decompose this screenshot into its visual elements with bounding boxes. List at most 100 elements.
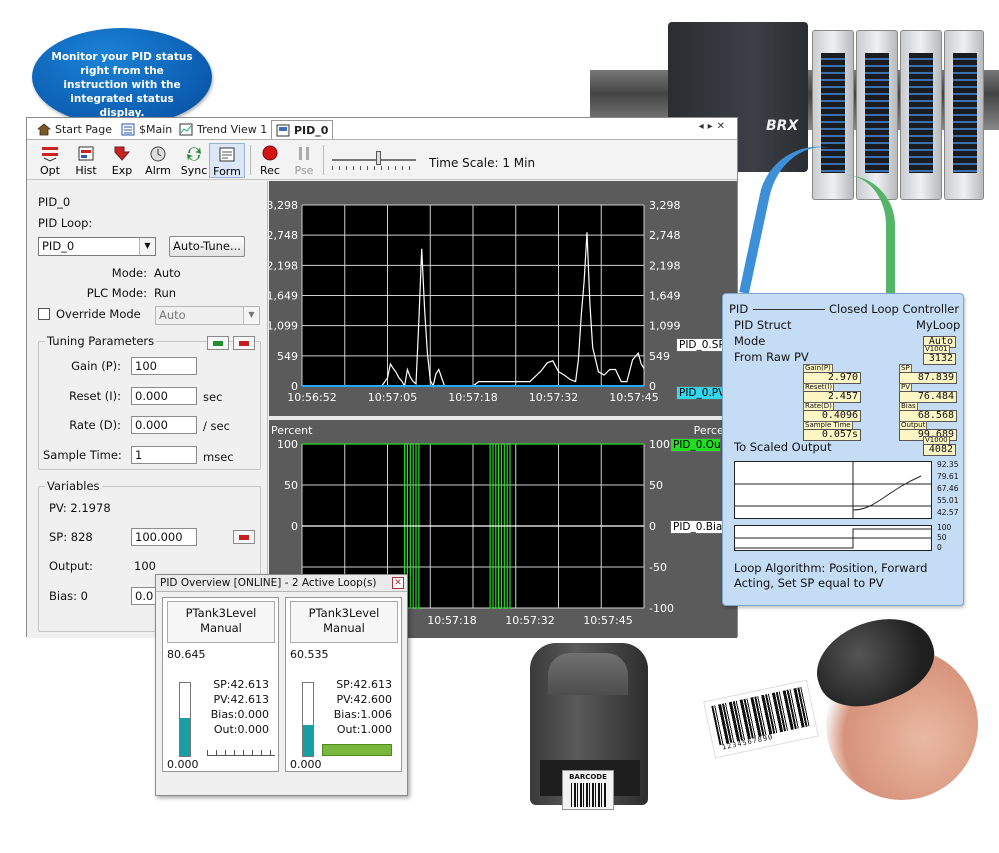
y-tick-label: 0: [291, 520, 298, 533]
export-icon: [114, 146, 131, 161]
tab-start-page[interactable]: Start Page: [33, 120, 116, 139]
y-tick-label-right: 0: [649, 520, 656, 533]
printer-lid: [548, 653, 628, 695]
pid-loop-select[interactable]: PID_0 ▼: [38, 237, 156, 256]
loop-name: PTank3Level: [185, 606, 257, 620]
override-mode-select[interactable]: Auto ▼: [155, 306, 260, 325]
tab-trend-view[interactable]: Trend View 1: [175, 120, 271, 139]
title-rule: [753, 309, 825, 310]
tab-pid-0[interactable]: PID_0: [271, 120, 334, 139]
loop-panel[interactable]: PTank3Level Manual 60.535 SP:42.613 PV:4…: [285, 597, 402, 772]
tab-label: Start Page: [55, 123, 112, 136]
loop-panel[interactable]: PTank3Level Manual 80.645 SP:42.613 PV:4…: [162, 597, 279, 772]
reset-input[interactable]: 0.000: [131, 387, 197, 405]
toolbar-separator: [323, 145, 324, 175]
tab-scroll-arrows[interactable]: ◂▸✕: [699, 121, 729, 132]
arrow-icon: [213, 341, 223, 346]
arrow-icon: [239, 341, 249, 346]
tab-label: $Main: [139, 123, 173, 136]
sync-label: Sync: [180, 164, 208, 177]
sample-time-input[interactable]: 1: [131, 446, 197, 464]
sync-button[interactable]: Sync: [177, 143, 211, 178]
sp-write-button[interactable]: [233, 530, 255, 544]
sp-label: SP: 828: [49, 530, 93, 544]
time-scale-thumb[interactable]: [376, 151, 381, 165]
time-scale-slider[interactable]: [332, 159, 416, 161]
loop-algorithm: Loop Algorithm: Position, Forward Acting…: [734, 561, 928, 590]
tab-main[interactable]: $Main: [117, 120, 176, 139]
output-axis-label: 100: [937, 523, 952, 532]
output-value: 100: [134, 559, 156, 573]
y-tick-label-right: 1,649: [649, 290, 681, 303]
tab-bar: Start Page $Main Trend View 1 PID_0 ◂▸✕: [27, 118, 737, 140]
plc-io-module: [856, 30, 898, 200]
y-tick-label-right: 2,198: [649, 259, 681, 272]
override-mode-label: Override Mode: [56, 307, 141, 321]
barcode-label: 1234567890: [703, 679, 819, 759]
x-tick-label: 10:57:32: [529, 391, 578, 404]
y-tick-label-right: 50: [649, 479, 663, 492]
y-tick-label-right: 3,298: [649, 199, 681, 212]
exp-button[interactable]: Exp: [105, 143, 139, 178]
output-legend-tag: PID_0.Output: [670, 438, 721, 452]
loop-top-value: 80.645: [167, 648, 206, 661]
gain-input[interactable]: 100: [131, 357, 197, 375]
form-button[interactable]: Form: [209, 143, 245, 178]
loop-pv: PV:42.600: [336, 693, 392, 706]
y-tick-label: 1,099: [269, 320, 298, 333]
plc-io-module: [900, 30, 942, 200]
trend-charts: 3,298 3,298 2,748 2,748 2,198 2,198 1,649 1,649…: [269, 199, 737, 627]
rec-label: Rec: [260, 164, 280, 177]
pid-overview-title: PID Overview [ONLINE] - 2 Active Loop(s): [156, 575, 407, 592]
trend-axis-label: 79.61: [937, 472, 959, 481]
pid-output-trend-plot: [735, 528, 931, 549]
override-mode-checkbox[interactable]: [38, 308, 50, 320]
plc-mode-value: Run: [154, 286, 177, 300]
loop-top-value: 60.535: [290, 648, 329, 661]
y-tick-label: 50: [284, 479, 298, 492]
plc-io-module: [944, 30, 984, 200]
pid-pv-trend: [734, 461, 932, 519]
exp-label: Exp: [111, 164, 133, 177]
tuning-parameters-group: Tuning Parameters Gain (P): 100 Reset (I…: [38, 334, 261, 470]
x-tick-label: 10:57:32: [505, 614, 554, 627]
alrm-button[interactable]: Alrm: [141, 143, 175, 178]
tuning-read-button[interactable]: [233, 336, 255, 350]
y-axis-title: Percent: [271, 424, 313, 437]
x-tick-label: 10:56:52: [287, 391, 336, 404]
autotune-button[interactable]: Auto-Tune...: [169, 236, 245, 257]
home-icon: [37, 123, 51, 136]
reset-unit: sec: [203, 390, 223, 404]
pid-instruction-box: PID Closed Loop Controller PID Struct My…: [722, 293, 964, 606]
trend-icon: [179, 123, 193, 136]
record-icon: [262, 145, 278, 161]
x-tick-label: 10:57:18: [448, 391, 497, 404]
pse-button[interactable]: Pse: [287, 143, 321, 178]
y-tick-label: 2,748: [269, 229, 298, 242]
x-tick-label: 10:57:45: [583, 614, 632, 627]
loop-output-scale: [207, 746, 275, 756]
output-axis-label: 0: [937, 543, 942, 552]
rate-input[interactable]: 0.000: [131, 416, 197, 434]
alarm-icon: [150, 146, 166, 162]
toolbar-separator: [250, 145, 251, 175]
rec-button[interactable]: Rec: [253, 143, 287, 178]
pid-mode-label: Mode: [734, 334, 766, 348]
time-scale-label: Time Scale: 1 Min: [429, 156, 536, 170]
options-icon: [42, 147, 58, 162]
sp-input[interactable]: 100.000: [131, 528, 197, 546]
trend-axis-label: 92.35: [937, 460, 959, 469]
y-tick-label: 2,198: [269, 259, 298, 272]
loop-mode: Manual: [200, 621, 242, 635]
hist-button[interactable]: Hist: [69, 143, 103, 178]
y-tick-label-right: -50: [649, 561, 667, 574]
opt-button[interactable]: Opt: [33, 143, 67, 178]
loop-name: PTank3Level: [308, 606, 380, 620]
y-tick-label-right: -100: [649, 602, 674, 615]
tuning-write-button[interactable]: [207, 336, 229, 350]
close-icon[interactable]: ✕: [392, 577, 404, 589]
pid-output-trend: [734, 525, 932, 551]
ladder-icon: [121, 123, 135, 136]
pid-struct-value: MyLoop: [916, 318, 961, 332]
y-tick-label-right: 1,099: [649, 320, 681, 333]
